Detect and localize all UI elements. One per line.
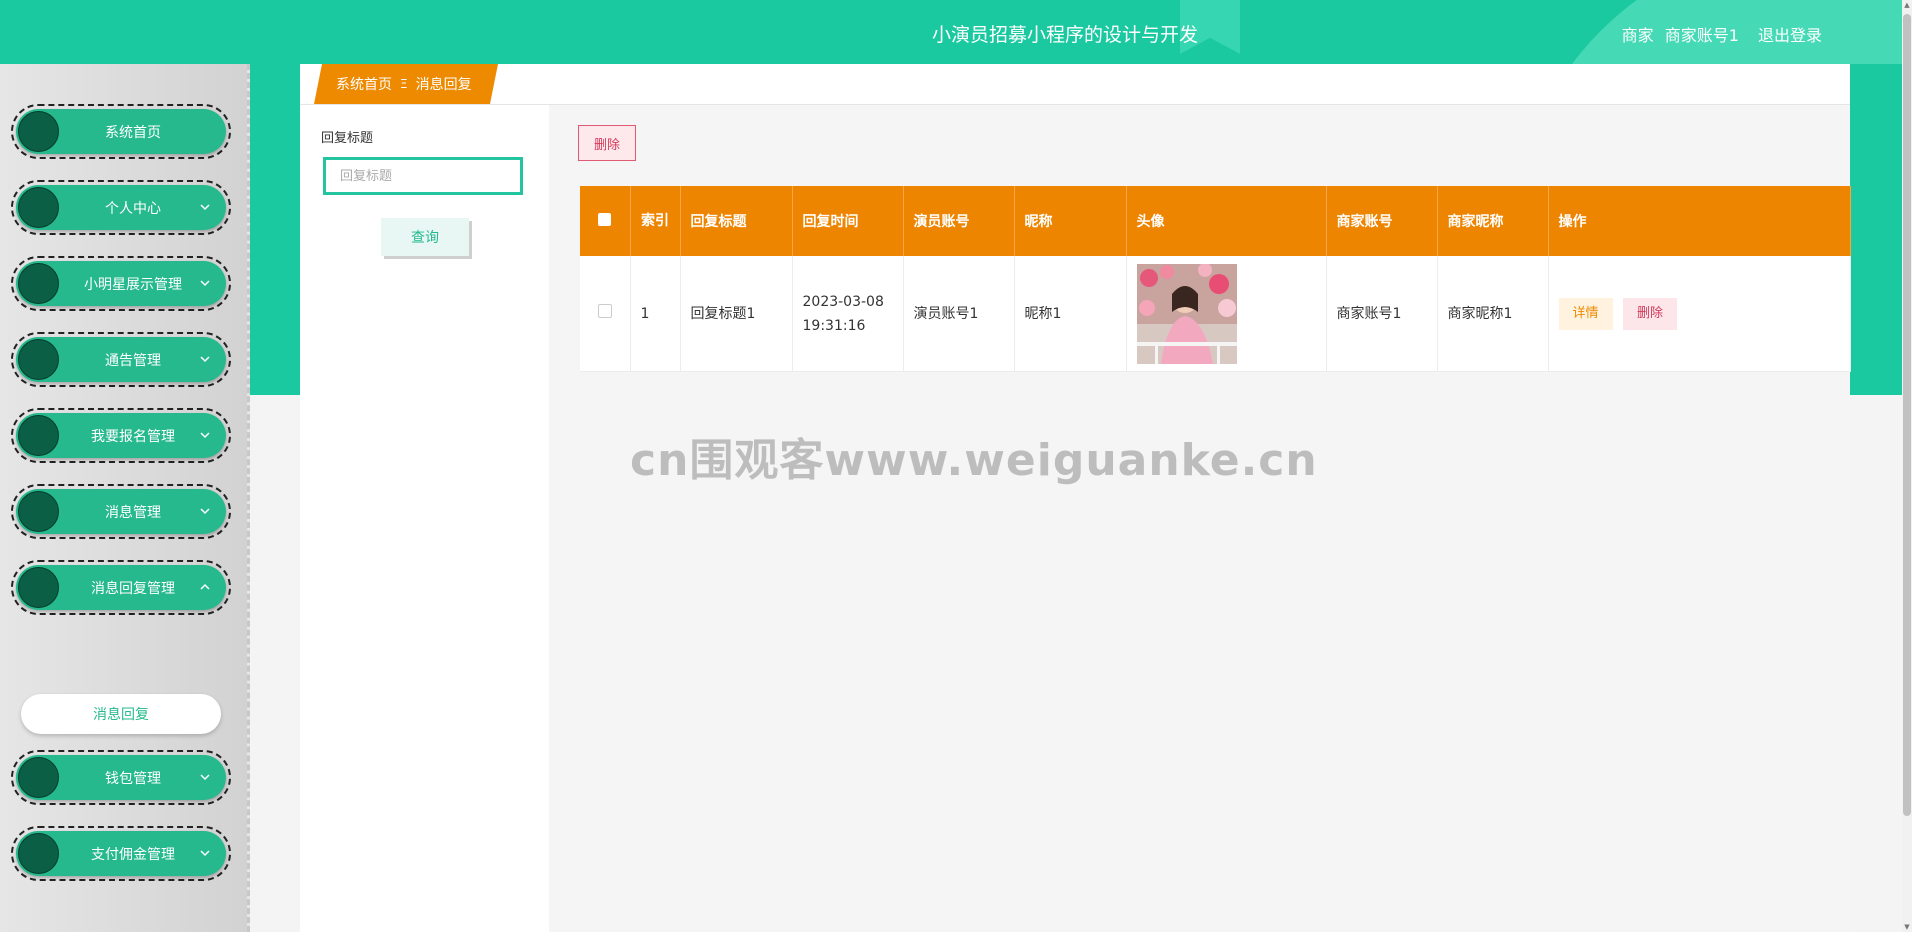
sidebar-item-messages[interactable]: 消息管理	[11, 484, 231, 539]
chevron-down-icon	[200, 432, 210, 439]
chevron-up-icon	[200, 583, 210, 590]
sidebar-item-label: 消息管理	[105, 504, 161, 521]
column-header-title: 回复标题	[680, 186, 793, 256]
sidebar-item-body: 小明星展示管理	[16, 261, 226, 306]
user-area: 商家 商家账号1 退出登录	[1616, 22, 1822, 46]
chevron-down-icon	[200, 508, 210, 515]
user-role: 商家	[1621, 26, 1654, 45]
column-header-merchant-account: 商家账号	[1326, 186, 1438, 256]
cell-nickname: 昵称1	[1014, 256, 1127, 372]
cell-title: 回复标题1	[680, 256, 793, 372]
cell-time: 2023-03-08 19:31:16	[792, 256, 904, 372]
watermark: cn围观客www.weiguanke.cn	[630, 435, 1318, 486]
menu-circle-icon	[18, 187, 59, 228]
column-header-nickname: 昵称	[1014, 186, 1127, 256]
sidebar-item-commission[interactable]: 支付佣金管理	[11, 826, 231, 881]
row-checkbox[interactable]	[580, 256, 631, 372]
sidebar-item-notice[interactable]: 通告管理	[11, 332, 231, 387]
cell-merchant-nickname: 商家昵称1	[1437, 256, 1549, 372]
scroll-up-icon[interactable]: ▲	[1903, 0, 1911, 10]
table-header-row: 索引 回复标题 回复时间 演员账号 昵称 头像 商家账号 商家昵称 操作	[580, 186, 1851, 256]
cell-avatar	[1126, 256, 1327, 372]
column-header-avatar: 头像	[1126, 186, 1327, 256]
select-all-checkbox[interactable]	[580, 186, 631, 256]
menu-circle-icon	[18, 491, 59, 532]
sidebar-item-message-reply[interactable]: 消息回复管理	[11, 560, 231, 615]
sidebar-item-body: 钱包管理	[16, 755, 226, 800]
sidebar-item-body: 支付佣金管理	[16, 831, 226, 876]
column-header-actor-account: 演员账号	[903, 186, 1015, 256]
sidebar-item-body: 消息回复管理	[16, 565, 226, 610]
sidebar-item-label: 我要报名管理	[91, 428, 175, 445]
cell-time-clock: 19:31:16	[802, 317, 866, 334]
menu-circle-icon	[18, 111, 59, 152]
scroll-down-icon[interactable]: ▼	[1903, 922, 1911, 932]
avatar	[1136, 263, 1237, 364]
chevron-down-icon	[200, 356, 210, 363]
reply-table: 索引 回复标题 回复时间 演员账号 昵称 头像 商家账号 商家昵称 操作 1 回…	[580, 186, 1851, 372]
breadcrumb: 系统首页 Ξ 消息回复	[314, 64, 498, 104]
column-header-index: 索引	[630, 186, 681, 256]
table-row: 1 回复标题1 2023-03-08 19:31:16 演员账号1 昵称1 商家…	[580, 256, 1851, 372]
sidebar-item-body: 消息管理	[16, 489, 226, 534]
checkbox-icon	[598, 212, 612, 226]
sidebar: 系统首页 个人中心 小明星展示管理 通告管理 我要报名管理 消息管理 消息回复管…	[0, 64, 250, 932]
column-header-time: 回复时间	[792, 186, 904, 256]
sidebar-item-home[interactable]: 系统首页	[11, 104, 231, 159]
chevron-down-icon	[200, 280, 210, 287]
user-account: 商家账号1	[1664, 26, 1739, 45]
sidebar-item-body: 通告管理	[16, 337, 226, 382]
delete-button[interactable]: 删除	[1622, 297, 1677, 330]
breadcrumb-home[interactable]: 系统首页	[336, 74, 392, 94]
sidebar-item-label: 小明星展示管理	[84, 276, 182, 293]
sidebar-item-label: 通告管理	[105, 352, 161, 369]
sidebar-item-wallet[interactable]: 钱包管理	[11, 750, 231, 805]
menu-circle-icon	[18, 339, 59, 380]
sidebar-item-label: 钱包管理	[105, 770, 161, 787]
sidebar-subitem-message-reply[interactable]: 消息回复	[21, 694, 221, 734]
search-label: 回复标题	[321, 131, 374, 146]
top-header: 小演员招募小程序的设计与开发 商家 商家账号1 退出登录	[0, 0, 1902, 64]
cell-actions: 详情 删除	[1548, 256, 1851, 372]
scroll-thumb[interactable]	[1903, 14, 1911, 816]
sidebar-item-body: 个人中心	[16, 185, 226, 230]
sidebar-item-body: 我要报名管理	[16, 413, 226, 458]
chevron-down-icon	[200, 850, 210, 857]
breadcrumb-separator-icon: Ξ	[400, 77, 408, 91]
sidebar-item-label: 个人中心	[105, 200, 161, 217]
sidebar-item-body: 系统首页	[16, 109, 226, 154]
menu-circle-icon	[18, 415, 59, 456]
column-header-actions: 操作	[1548, 186, 1851, 256]
vertical-scrollbar[interactable]: ▲ ▼	[1902, 0, 1912, 932]
cell-index: 1	[630, 256, 681, 372]
menu-circle-icon	[18, 567, 59, 608]
main-panel: 系统首页 Ξ 消息回复 回复标题 查询 删除 索引 回复标题 回复时间 演员账号…	[300, 64, 1851, 932]
menu-circle-icon	[18, 833, 59, 874]
sidebar-item-signup[interactable]: 我要报名管理	[11, 408, 231, 463]
sidebar-item-label: 消息回复管理	[91, 580, 175, 597]
chevron-down-icon	[200, 204, 210, 211]
search-input[interactable]	[323, 157, 523, 195]
checkbox-icon	[597, 303, 612, 318]
cell-time-date: 2023-03-08	[802, 293, 884, 310]
sidebar-item-personal-center[interactable]: 个人中心	[11, 180, 231, 235]
breadcrumb-bar: 系统首页 Ξ 消息回复	[300, 64, 1850, 105]
sidebar-item-label: 系统首页	[105, 124, 161, 141]
menu-circle-icon	[18, 757, 59, 798]
search-panel: 回复标题 查询	[300, 105, 549, 932]
chevron-down-icon	[200, 774, 210, 781]
breadcrumb-current: 消息回复	[415, 77, 472, 93]
column-header-merchant-nickname: 商家昵称	[1437, 186, 1549, 256]
menu-circle-icon	[18, 263, 59, 304]
sidebar-item-star-showcase[interactable]: 小明星展示管理	[11, 256, 231, 311]
sidebar-item-label: 支付佣金管理	[91, 846, 175, 863]
query-button[interactable]: 查询	[381, 218, 469, 256]
detail-button[interactable]: 详情	[1558, 297, 1613, 330]
batch-delete-button[interactable]: 删除	[578, 125, 636, 161]
logout-link[interactable]: 退出登录	[1758, 26, 1822, 45]
cell-merchant-account: 商家账号1	[1326, 256, 1438, 372]
cell-actor-account: 演员账号1	[903, 256, 1015, 372]
